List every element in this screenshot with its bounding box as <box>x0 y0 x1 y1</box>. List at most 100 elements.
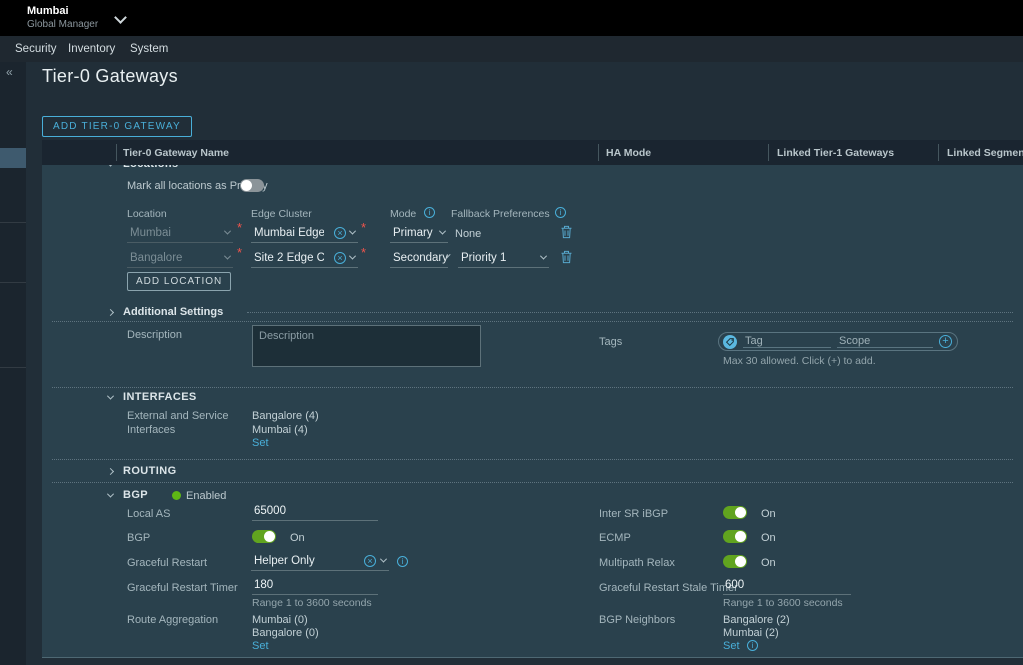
bgp-neighbors-info-icon[interactable]: i <box>747 640 758 651</box>
tags-helper-text: Max 30 allowed. Click (+) to add. <box>723 355 876 367</box>
site-switcher-chevron-down-icon[interactable] <box>116 13 125 22</box>
tag-input[interactable] <box>743 335 831 348</box>
local-as-label: Local AS <box>127 508 170 520</box>
divider <box>247 312 1013 313</box>
ecmp-toggle[interactable] <box>723 530 747 543</box>
chevron-down-icon <box>224 228 231 235</box>
location-value: Bangalore <box>130 252 182 264</box>
stale-timer-helper: Range 1 to 3600 seconds <box>723 597 843 609</box>
divider <box>52 321 1013 322</box>
route-aggregation-label: Route Aggregation <box>127 614 218 626</box>
gr-timer-helper: Range 1 to 3600 seconds <box>252 597 372 609</box>
sidebar-divider <box>0 282 26 283</box>
location-value: Mumbai <box>130 227 171 239</box>
chevron-down-icon <box>107 490 114 497</box>
inter-sr-ibgp-state: On <box>761 508 776 520</box>
clear-icon[interactable]: × <box>334 252 346 264</box>
chevron-right-icon <box>107 308 114 315</box>
sidebar-item-active[interactable] <box>0 148 26 168</box>
fallback-value-row1: None <box>455 228 481 240</box>
interfaces-set-link[interactable]: Set <box>252 437 269 449</box>
graceful-restart-info-icon[interactable]: i <box>397 556 408 567</box>
interfaces-value-2: Mumbai (4) <box>252 424 308 436</box>
delete-location-trash-icon[interactable] <box>560 250 573 264</box>
collapse-sidebar-icon[interactable]: « <box>6 65 13 79</box>
mark-all-primary-toggle[interactable] <box>240 179 264 192</box>
section-header-locations[interactable]: Locations <box>108 165 179 170</box>
inter-sr-ibgp-label: Inter SR iBGP <box>599 508 668 520</box>
nav-item-system[interactable]: System <box>130 43 168 55</box>
local-as-input[interactable] <box>252 504 378 521</box>
section-header-additional-settings[interactable]: Additional Settings <box>108 306 223 318</box>
toggle-knob <box>264 531 275 542</box>
section-title: Additional Settings <box>123 306 223 318</box>
edge-cluster-select-row1[interactable]: Mumbai Edge Clu × <box>251 225 358 243</box>
mode-info-icon[interactable]: i <box>424 207 435 218</box>
add-tier0-gateway-button[interactable]: ADD TIER-0 GATEWAY <box>42 116 192 137</box>
nav-item-inventory[interactable]: Inventory <box>68 43 115 55</box>
edge-cluster-select-row2[interactable]: Site 2 Edge Cluste × <box>251 250 358 268</box>
required-asterisk: * <box>237 220 242 235</box>
column-separator <box>116 144 117 161</box>
main-nav: Security Inventory System <box>0 36 1023 62</box>
stale-timer-input[interactable] <box>723 578 851 595</box>
column-header-name: Tier-0 Gateway Name <box>123 147 229 159</box>
required-asterisk: * <box>361 220 366 235</box>
required-asterisk: * <box>237 245 242 260</box>
column-header-ha-mode: HA Mode <box>606 147 651 159</box>
interfaces-field-label-line2: Interfaces <box>127 424 175 436</box>
toggle-knob <box>735 507 746 518</box>
ecmp-state: On <box>761 532 776 544</box>
edge-cluster-value: Mumbai Edge Clu <box>254 227 324 239</box>
clear-icon[interactable]: × <box>364 555 376 567</box>
add-tag-plus-icon[interactable]: + <box>939 335 952 348</box>
section-title: ROUTING <box>123 465 177 477</box>
location-select-row1[interactable]: Mumbai <box>127 225 233 243</box>
tag-input-group: + <box>718 332 958 351</box>
delete-location-trash-icon[interactable] <box>560 225 573 239</box>
mode-select-row1[interactable]: Primary <box>390 225 448 243</box>
col-label-fallback: Fallback Preferences <box>451 208 550 220</box>
interfaces-value-1: Bangalore (4) <box>252 410 319 422</box>
fallback-select-row2[interactable]: Priority 1 <box>458 250 549 268</box>
col-label-mode: Mode <box>390 208 416 220</box>
toggle-knob <box>735 531 746 542</box>
site-role-label: Global Manager <box>27 19 98 30</box>
top-bar: Mumbai Global Manager <box>0 0 1023 36</box>
toggle-knob <box>735 556 746 567</box>
mode-select-row2[interactable]: Secondary <box>390 250 448 268</box>
fallback-info-icon[interactable]: i <box>555 207 566 218</box>
bgp-neighbors-value-1: Bangalore (2) <box>723 614 790 626</box>
table-header-row: Tier-0 Gateway Name HA Mode Linked Tier-… <box>42 140 1023 165</box>
bgp-toggle[interactable] <box>252 530 276 543</box>
description-label: Description <box>127 329 182 341</box>
location-select-row2[interactable]: Bangalore <box>127 250 233 268</box>
inter-sr-ibgp-toggle[interactable] <box>723 506 747 519</box>
page-title: Tier-0 Gateways <box>42 66 178 87</box>
gr-timer-input[interactable] <box>252 578 378 595</box>
clear-icon[interactable]: × <box>334 227 346 239</box>
multipath-relax-toggle[interactable] <box>723 555 747 568</box>
bgp-enabled-status-icon <box>172 491 181 500</box>
section-header-routing[interactable]: ROUTING <box>108 465 177 477</box>
graceful-restart-label: Graceful Restart <box>127 557 207 569</box>
section-title: Locations <box>123 165 179 170</box>
graceful-restart-select[interactable]: Helper Only × <box>251 553 389 571</box>
section-header-bgp[interactable]: BGP <box>108 489 148 501</box>
ecmp-label: ECMP <box>599 532 631 544</box>
section-header-interfaces[interactable]: INTERFACES <box>108 391 197 403</box>
column-separator <box>938 144 939 161</box>
description-textarea[interactable] <box>252 325 481 367</box>
gr-timer-label: Graceful Restart Timer <box>127 582 238 594</box>
scope-input[interactable] <box>837 335 933 348</box>
add-location-button[interactable]: ADD LOCATION <box>127 272 231 291</box>
route-aggregation-value-2: Bangalore (0) <box>252 627 319 639</box>
bgp-neighbors-set-link[interactable]: Set <box>723 640 740 652</box>
divider <box>52 482 1013 483</box>
site-name: Mumbai <box>27 5 69 17</box>
toggle-knob <box>241 180 252 191</box>
tags-label: Tags <box>599 336 622 348</box>
route-aggregation-value-1: Mumbai (0) <box>252 614 308 626</box>
nav-item-security[interactable]: Security <box>15 43 57 55</box>
route-aggregation-set-link[interactable]: Set <box>252 640 269 652</box>
